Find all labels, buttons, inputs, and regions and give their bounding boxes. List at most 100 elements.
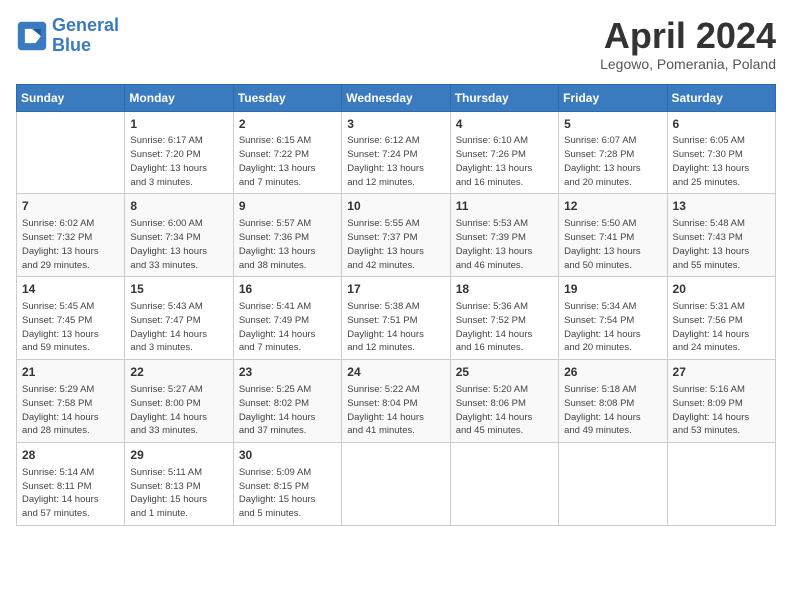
day-info: Sunrise: 6:15 AMSunset: 7:22 PMDaylight:… (239, 134, 336, 189)
day-info: Sunrise: 5:29 AMSunset: 7:58 PMDaylight:… (22, 383, 119, 438)
day-number: 28 (22, 447, 119, 464)
logo: General Blue (16, 16, 119, 56)
day-info: Sunrise: 6:07 AMSunset: 7:28 PMDaylight:… (564, 134, 661, 189)
weekday-header: Sunday (17, 84, 125, 111)
day-info: Sunrise: 5:16 AMSunset: 8:09 PMDaylight:… (673, 383, 770, 438)
day-info: Sunrise: 6:05 AMSunset: 7:30 PMDaylight:… (673, 134, 770, 189)
day-number: 15 (130, 281, 227, 298)
weekday-header: Friday (559, 84, 667, 111)
calendar-cell: 5Sunrise: 6:07 AMSunset: 7:28 PMDaylight… (559, 111, 667, 194)
calendar-week-row: 21 Sunrise: 5:29 AMSunset: 7:58 PMDayligh… (17, 360, 776, 443)
day-info: Sunrise: 5:38 AMSunset: 7:51 PMDaylight:… (347, 300, 444, 355)
calendar-cell: 17 Sunrise: 5:38 AMSunset: 7:51 PMDayligh… (342, 277, 450, 360)
day-number: 3 (347, 116, 444, 133)
day-number: 18 (456, 281, 553, 298)
calendar-cell: 18 Sunrise: 5:36 AMSunset: 7:52 PMDayligh… (450, 277, 558, 360)
calendar-cell: 19 Sunrise: 5:34 AMSunset: 7:54 PMDayligh… (559, 277, 667, 360)
day-info: Sunrise: 5:11 AMSunset: 8:13 PMDaylight:… (130, 466, 227, 521)
day-number: 27 (673, 364, 770, 381)
calendar-cell: 29 Sunrise: 5:11 AMSunset: 8:13 PMDayligh… (125, 443, 233, 526)
weekday-header: Monday (125, 84, 233, 111)
day-number: 5 (564, 116, 661, 133)
month-title: April 2024 (600, 16, 776, 56)
day-info: Sunrise: 5:34 AMSunset: 7:54 PMDaylight:… (564, 300, 661, 355)
day-number: 30 (239, 447, 336, 464)
day-info: Sunrise: 6:17 AMSunset: 7:20 PMDaylight:… (130, 134, 227, 189)
calendar-cell: 15 Sunrise: 5:43 AMSunset: 7:47 PMDayligh… (125, 277, 233, 360)
day-number: 21 (22, 364, 119, 381)
calendar-cell: 23 Sunrise: 5:25 AMSunset: 8:02 PMDayligh… (233, 360, 341, 443)
calendar-cell (450, 443, 558, 526)
location: Legowo, Pomerania, Poland (600, 56, 776, 72)
calendar-cell (559, 443, 667, 526)
day-number: 19 (564, 281, 661, 298)
day-info: Sunrise: 5:41 AMSunset: 7:49 PMDaylight:… (239, 300, 336, 355)
day-info: Sunrise: 6:10 AMSunset: 7:26 PMDaylight:… (456, 134, 553, 189)
calendar-cell: 12Sunrise: 5:50 AMSunset: 7:41 PMDayligh… (559, 194, 667, 277)
day-number: 16 (239, 281, 336, 298)
calendar-cell: 3Sunrise: 6:12 AMSunset: 7:24 PMDaylight… (342, 111, 450, 194)
logo-text: General Blue (52, 16, 119, 56)
logo-line1: General (52, 15, 119, 35)
calendar-cell: 26Sunrise: 5:18 AMSunset: 8:08 PMDayligh… (559, 360, 667, 443)
day-info: Sunrise: 5:48 AMSunset: 7:43 PMDaylight:… (673, 217, 770, 272)
weekday-header: Wednesday (342, 84, 450, 111)
day-number: 26 (564, 364, 661, 381)
day-number: 7 (22, 198, 119, 215)
weekday-header: Saturday (667, 84, 775, 111)
weekday-header: Thursday (450, 84, 558, 111)
calendar-cell: 10 Sunrise: 5:55 AMSunset: 7:37 PMDayligh… (342, 194, 450, 277)
day-info: Sunrise: 6:00 AMSunset: 7:34 PMDaylight:… (130, 217, 227, 272)
calendar-week-row: 28Sunrise: 5:14 AMSunset: 8:11 PMDayligh… (17, 443, 776, 526)
calendar-week-row: 1Sunrise: 6:17 AMSunset: 7:20 PMDaylight… (17, 111, 776, 194)
calendar-cell: 2Sunrise: 6:15 AMSunset: 7:22 PMDaylight… (233, 111, 341, 194)
weekday-header: Tuesday (233, 84, 341, 111)
day-info: Sunrise: 5:43 AMSunset: 7:47 PMDaylight:… (130, 300, 227, 355)
day-number: 9 (239, 198, 336, 215)
day-number: 22 (130, 364, 227, 381)
calendar-table: SundayMondayTuesdayWednesdayThursdayFrid… (16, 84, 776, 526)
calendar-cell: 4Sunrise: 6:10 AMSunset: 7:26 PMDaylight… (450, 111, 558, 194)
calendar-cell: 8 Sunrise: 6:00 AMSunset: 7:34 PMDaylight… (125, 194, 233, 277)
calendar-cell: 20Sunrise: 5:31 AMSunset: 7:56 PMDayligh… (667, 277, 775, 360)
calendar-cell: 30 Sunrise: 5:09 AMSunset: 8:15 PMDayligh… (233, 443, 341, 526)
calendar-cell: 21 Sunrise: 5:29 AMSunset: 7:58 PMDayligh… (17, 360, 125, 443)
calendar-cell: 24Sunrise: 5:22 AMSunset: 8:04 PMDayligh… (342, 360, 450, 443)
logo-line2: Blue (52, 35, 91, 55)
day-info: Sunrise: 5:36 AMSunset: 7:52 PMDaylight:… (456, 300, 553, 355)
day-number: 10 (347, 198, 444, 215)
calendar-cell: 27 Sunrise: 5:16 AMSunset: 8:09 PMDayligh… (667, 360, 775, 443)
day-number: 25 (456, 364, 553, 381)
calendar-cell: 1Sunrise: 6:17 AMSunset: 7:20 PMDaylight… (125, 111, 233, 194)
day-number: 23 (239, 364, 336, 381)
calendar-cell: 6Sunrise: 6:05 AMSunset: 7:30 PMDaylight… (667, 111, 775, 194)
day-info: Sunrise: 6:02 AMSunset: 7:32 PMDaylight:… (22, 217, 119, 272)
day-number: 8 (130, 198, 227, 215)
day-info: Sunrise: 6:12 AMSunset: 7:24 PMDaylight:… (347, 134, 444, 189)
calendar-cell (17, 111, 125, 194)
day-number: 17 (347, 281, 444, 298)
calendar-cell: 9 Sunrise: 5:57 AMSunset: 7:36 PMDaylight… (233, 194, 341, 277)
day-info: Sunrise: 5:53 AMSunset: 7:39 PMDaylight:… (456, 217, 553, 272)
day-number: 6 (673, 116, 770, 133)
calendar-cell: 28Sunrise: 5:14 AMSunset: 8:11 PMDayligh… (17, 443, 125, 526)
calendar-cell: 13 Sunrise: 5:48 AMSunset: 7:43 PMDayligh… (667, 194, 775, 277)
day-info: Sunrise: 5:27 AMSunset: 8:00 PMDaylight:… (130, 383, 227, 438)
calendar-week-row: 14Sunrise: 5:45 AMSunset: 7:45 PMDayligh… (17, 277, 776, 360)
weekday-header-row: SundayMondayTuesdayWednesdayThursdayFrid… (17, 84, 776, 111)
day-number: 11 (456, 198, 553, 215)
day-info: Sunrise: 5:09 AMSunset: 8:15 PMDaylight:… (239, 466, 336, 521)
day-number: 13 (673, 198, 770, 215)
day-info: Sunrise: 5:31 AMSunset: 7:56 PMDaylight:… (673, 300, 770, 355)
calendar-cell: 22 Sunrise: 5:27 AMSunset: 8:00 PMDayligh… (125, 360, 233, 443)
day-info: Sunrise: 5:45 AMSunset: 7:45 PMDaylight:… (22, 300, 119, 355)
day-info: Sunrise: 5:25 AMSunset: 8:02 PMDaylight:… (239, 383, 336, 438)
day-number: 29 (130, 447, 227, 464)
calendar-cell (667, 443, 775, 526)
day-info: Sunrise: 5:20 AMSunset: 8:06 PMDaylight:… (456, 383, 553, 438)
day-info: Sunrise: 5:55 AMSunset: 7:37 PMDaylight:… (347, 217, 444, 272)
calendar-week-row: 7 Sunrise: 6:02 AMSunset: 7:32 PMDaylight… (17, 194, 776, 277)
calendar-cell: 11 Sunrise: 5:53 AMSunset: 7:39 PMDayligh… (450, 194, 558, 277)
day-info: Sunrise: 5:57 AMSunset: 7:36 PMDaylight:… (239, 217, 336, 272)
day-info: Sunrise: 5:50 AMSunset: 7:41 PMDaylight:… (564, 217, 661, 272)
